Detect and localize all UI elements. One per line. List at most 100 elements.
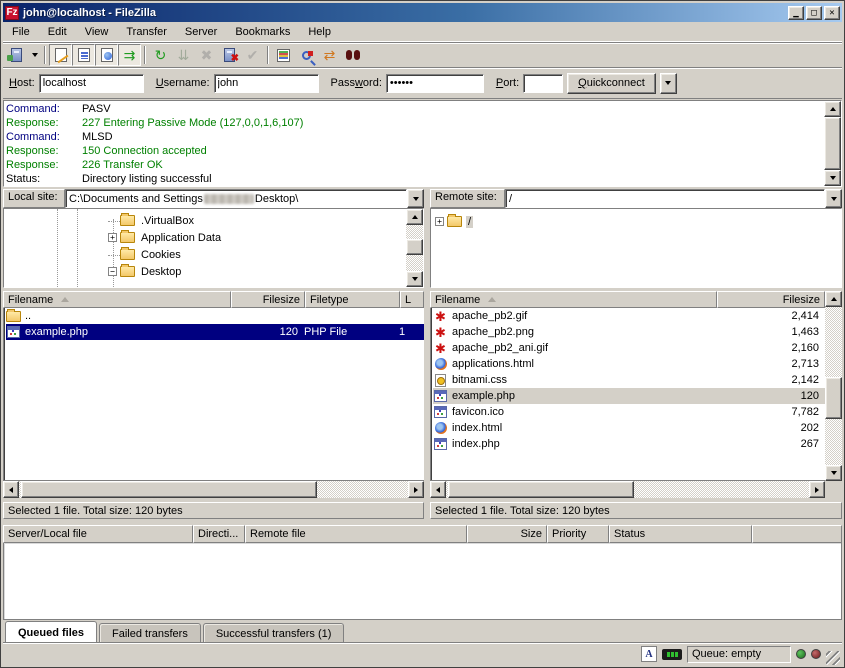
file-row[interactable]: applications.html2,713 — [433, 356, 825, 372]
file-row[interactable]: favicon.ico7,782 — [433, 404, 825, 420]
column-header-filetype[interactable]: Filetype — [305, 291, 400, 308]
file-row[interactable]: ✱apache_pb2.gif2,414 — [433, 308, 825, 324]
scroll-right-button[interactable] — [809, 481, 825, 498]
scroll-up-button[interactable] — [406, 209, 423, 225]
column-header-filename[interactable]: Filename — [430, 291, 717, 308]
menu-server[interactable]: Server — [176, 24, 226, 40]
local-site-combo[interactable]: C:\Documents and SettingsDesktop\ — [65, 189, 424, 208]
tree-item-root[interactable]: +/ — [435, 213, 473, 230]
toggle-message-log-button[interactable] — [49, 44, 72, 66]
scroll-left-button[interactable] — [3, 481, 19, 498]
queue-column-priority[interactable]: Priority — [547, 525, 609, 543]
scroll-down-button[interactable] — [406, 271, 423, 287]
abort-button[interactable]: ✔ — [241, 44, 264, 66]
tab-queued-files[interactable]: Queued files — [5, 621, 97, 642]
local-file-list[interactable]: .. example.php 120 PHP File 1 — [3, 308, 424, 481]
remote-path-dropdown[interactable] — [825, 189, 842, 208]
file-row[interactable]: index.html202 — [433, 420, 825, 436]
password-input[interactable] — [386, 74, 484, 93]
tree-item-application-data[interactable]: +Application Data — [108, 229, 223, 246]
site-manager-button[interactable] — [5, 44, 28, 66]
scroll-thumb[interactable] — [448, 481, 634, 498]
remote-directory-tree[interactable]: +/ — [431, 209, 841, 287]
column-header-filesize[interactable]: Filesize — [231, 291, 305, 308]
expand-plus-icon[interactable]: + — [435, 217, 444, 226]
local-horizontal-scrollbar[interactable] — [3, 481, 424, 498]
tab-failed-transfers[interactable]: Failed transfers — [99, 623, 201, 642]
tree-item-desktop[interactable]: −Desktop — [108, 263, 183, 280]
maximize-button[interactable]: □ — [806, 6, 822, 20]
local-directory-tree[interactable]: .VirtualBox +Application Data Cookies −D… — [4, 209, 406, 287]
scroll-thumb[interactable] — [824, 117, 841, 170]
scroll-right-button[interactable] — [408, 481, 424, 498]
cancel-operation-button[interactable]: ✖ — [195, 44, 218, 66]
scroll-up-button[interactable] — [825, 291, 842, 307]
synchronized-browsing-button[interactable]: ⇄ — [318, 44, 341, 66]
quickconnect-dropdown[interactable] — [660, 73, 677, 94]
menu-transfer[interactable]: Transfer — [117, 24, 176, 40]
remote-path[interactable]: / — [505, 189, 825, 208]
scroll-thumb[interactable] — [406, 239, 423, 255]
quickconnect-button[interactable]: Quickconnect — [567, 73, 656, 94]
data-type-ascii-icon[interactable]: A — [641, 646, 657, 662]
file-row[interactable]: ✱apache_pb2_ani.gif2,160 — [433, 340, 825, 356]
username-input[interactable] — [214, 74, 319, 93]
host-input[interactable] — [39, 74, 144, 93]
scroll-thumb[interactable] — [21, 481, 317, 498]
scroll-down-button[interactable] — [825, 465, 842, 481]
local-tree-scrollbar[interactable] — [406, 209, 423, 287]
file-row[interactable]: index.php267 — [433, 436, 825, 452]
queue-column-size[interactable]: Size — [467, 525, 547, 543]
scroll-up-button[interactable] — [824, 101, 841, 117]
menu-view[interactable]: View — [76, 24, 118, 40]
file-row-parent[interactable]: .. — [6, 308, 424, 324]
remote-file-list[interactable]: ✱apache_pb2.gif2,414 ✱apache_pb2.png1,46… — [430, 308, 825, 481]
tree-item-cookies[interactable]: Cookies — [108, 246, 183, 263]
local-path[interactable]: C:\Documents and SettingsDesktop\ — [65, 189, 407, 208]
column-header-filesize[interactable]: Filesize — [717, 291, 825, 308]
resize-grip[interactable] — [826, 651, 840, 665]
menu-edit[interactable]: Edit — [39, 24, 76, 40]
close-button[interactable]: ✕ — [824, 6, 840, 20]
directory-comparison-button[interactable] — [272, 44, 295, 66]
scrollbar-corner — [825, 481, 842, 498]
menu-help[interactable]: Help — [299, 24, 340, 40]
toggle-local-tree-button[interactable] — [72, 44, 95, 66]
scroll-thumb[interactable] — [825, 377, 842, 419]
local-path-dropdown[interactable] — [407, 189, 424, 208]
refresh-button[interactable]: ↻ — [149, 44, 172, 66]
scroll-left-button[interactable] — [430, 481, 446, 498]
file-row[interactable]: bitnami.css2,142 — [433, 372, 825, 388]
remote-horizontal-scrollbar[interactable] — [430, 481, 825, 498]
disconnect-button[interactable]: ✖ — [218, 44, 241, 66]
queue-list[interactable] — [3, 543, 842, 620]
menu-bookmarks[interactable]: Bookmarks — [226, 24, 299, 40]
toggle-transfer-queue-button[interactable]: ⇉ — [118, 44, 141, 66]
queue-column-remote-file[interactable]: Remote file — [245, 525, 467, 543]
column-header-last-modified[interactable]: L — [400, 291, 424, 308]
collapse-minus-icon[interactable]: − — [108, 267, 117, 276]
menu-file[interactable]: File — [3, 24, 39, 40]
file-row-example-php[interactable]: example.php 120 PHP File 1 — [6, 324, 424, 340]
site-manager-dropdown[interactable] — [28, 44, 41, 66]
queue-column-direction[interactable]: Directi... — [193, 525, 245, 543]
tab-successful-transfers[interactable]: Successful transfers (1) — [203, 623, 345, 642]
process-queue-button[interactable]: ⇊ — [172, 44, 195, 66]
queue-column-server-local-file[interactable]: Server/Local file — [3, 525, 193, 543]
log-scrollbar[interactable] — [824, 101, 841, 186]
queue-column-status[interactable]: Status — [609, 525, 752, 543]
file-search-button[interactable] — [341, 44, 364, 66]
expand-plus-icon[interactable]: + — [108, 233, 117, 242]
filter-button[interactable] — [295, 44, 318, 66]
tree-item-virtualbox[interactable]: .VirtualBox — [108, 212, 196, 229]
remote-site-combo[interactable]: / — [505, 189, 842, 208]
toggle-remote-tree-button[interactable] — [95, 44, 118, 66]
remote-vertical-scrollbar[interactable] — [825, 291, 842, 498]
speed-limits-icon[interactable] — [662, 649, 682, 660]
port-input[interactable] — [523, 74, 563, 93]
file-row[interactable]: ✱apache_pb2.png1,463 — [433, 324, 825, 340]
file-row-selected[interactable]: example.php120 — [433, 388, 825, 404]
scroll-down-button[interactable] — [824, 170, 841, 186]
minimize-button[interactable]: ▁ — [788, 6, 804, 20]
column-header-filename[interactable]: Filename — [3, 291, 231, 308]
